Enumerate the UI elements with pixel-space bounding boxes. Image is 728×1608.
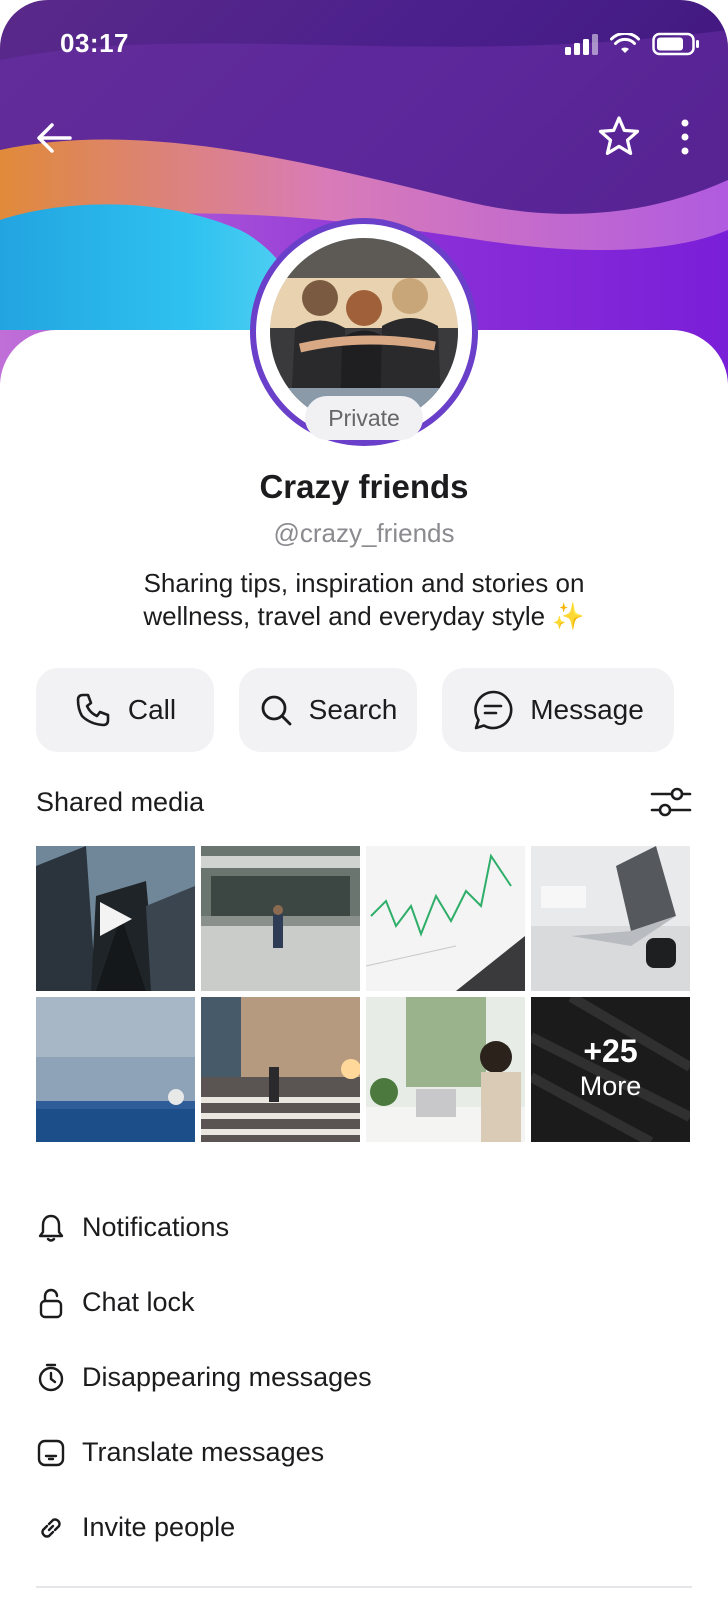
menu-item-notifications[interactable]: Notifications [36,1190,692,1265]
more-label: More [579,1071,642,1101]
menu-label-translate: Translate messages [82,1437,325,1467]
timer-icon [36,1363,66,1393]
message-label: Message [530,694,644,725]
media-photo-laptop[interactable] [531,846,690,991]
bio-line-1: Sharing tips, inspiration and stories on [143,568,585,598]
bottom-divider [36,1586,692,1588]
call-label: Call [127,694,177,725]
action-buttons: Call Search Message [36,668,692,752]
media-video-buildings[interactable] [36,846,195,991]
search-icon [261,695,292,726]
call-button[interactable]: Call [36,668,214,752]
lock-icon [36,1288,66,1318]
media-photo-desk-woman[interactable] [366,997,525,1142]
menu-item-disappearing-messages[interactable]: Disappearing messages [36,1340,692,1415]
profile-handle: @crazy_friends [273,518,455,548]
media-photo-crosswalk[interactable] [201,997,360,1142]
menu-item-translate-messages[interactable]: Translate messages [36,1415,692,1490]
status-icons [564,32,700,56]
menu-label-disappearing: Disappearing messages [82,1362,372,1392]
settings-list: Notifications Chat lock Disappearing mes… [36,1190,692,1565]
signal-icon [565,34,598,55]
status-time: 03:17 [60,28,129,58]
menu-item-chat-lock[interactable]: Chat lock [36,1265,692,1340]
private-badge: Private [305,396,423,440]
filter-icon[interactable] [650,784,692,820]
phone-icon [76,693,110,727]
battery-icon [652,32,699,56]
menu-label-notifications: Notifications [82,1212,230,1242]
shared-media-grid: +25 More [36,846,692,1146]
bell-icon [36,1213,66,1243]
message-icon [474,690,513,730]
wifi-icon [610,33,640,53]
profile-bio: Sharing tips, inspiration and stories on… [64,567,664,633]
top-app-bar [0,110,728,166]
search-button[interactable]: Search [239,668,417,752]
status-bar: 03:17 [0,0,728,90]
menu-label-chat-lock: Chat lock [82,1287,195,1317]
media-more-tile[interactable]: +25 More [531,997,690,1142]
bio-line-2: wellness, travel and everyday style ✨ [143,601,585,631]
link-icon [36,1513,66,1543]
search-label: Search [308,694,398,725]
media-photo-plaza[interactable] [201,846,360,991]
star-icon[interactable] [596,114,642,160]
media-photo-wall[interactable] [36,997,195,1142]
menu-item-invite-people[interactable]: Invite people [36,1490,692,1565]
translate-icon [36,1438,66,1468]
more-vertical-icon[interactable] [672,114,698,160]
profile-screen: 03:17 Private Crazy friends @crazy_frien… [0,0,728,1608]
message-button[interactable]: Message [442,668,674,752]
media-photo-chart[interactable] [366,846,525,991]
more-count: +25 [583,1033,638,1069]
back-arrow-icon[interactable] [32,116,76,160]
profile-name: Crazy friends [259,468,469,505]
shared-media-title: Shared media [36,787,205,817]
menu-label-invite: Invite people [82,1512,236,1542]
